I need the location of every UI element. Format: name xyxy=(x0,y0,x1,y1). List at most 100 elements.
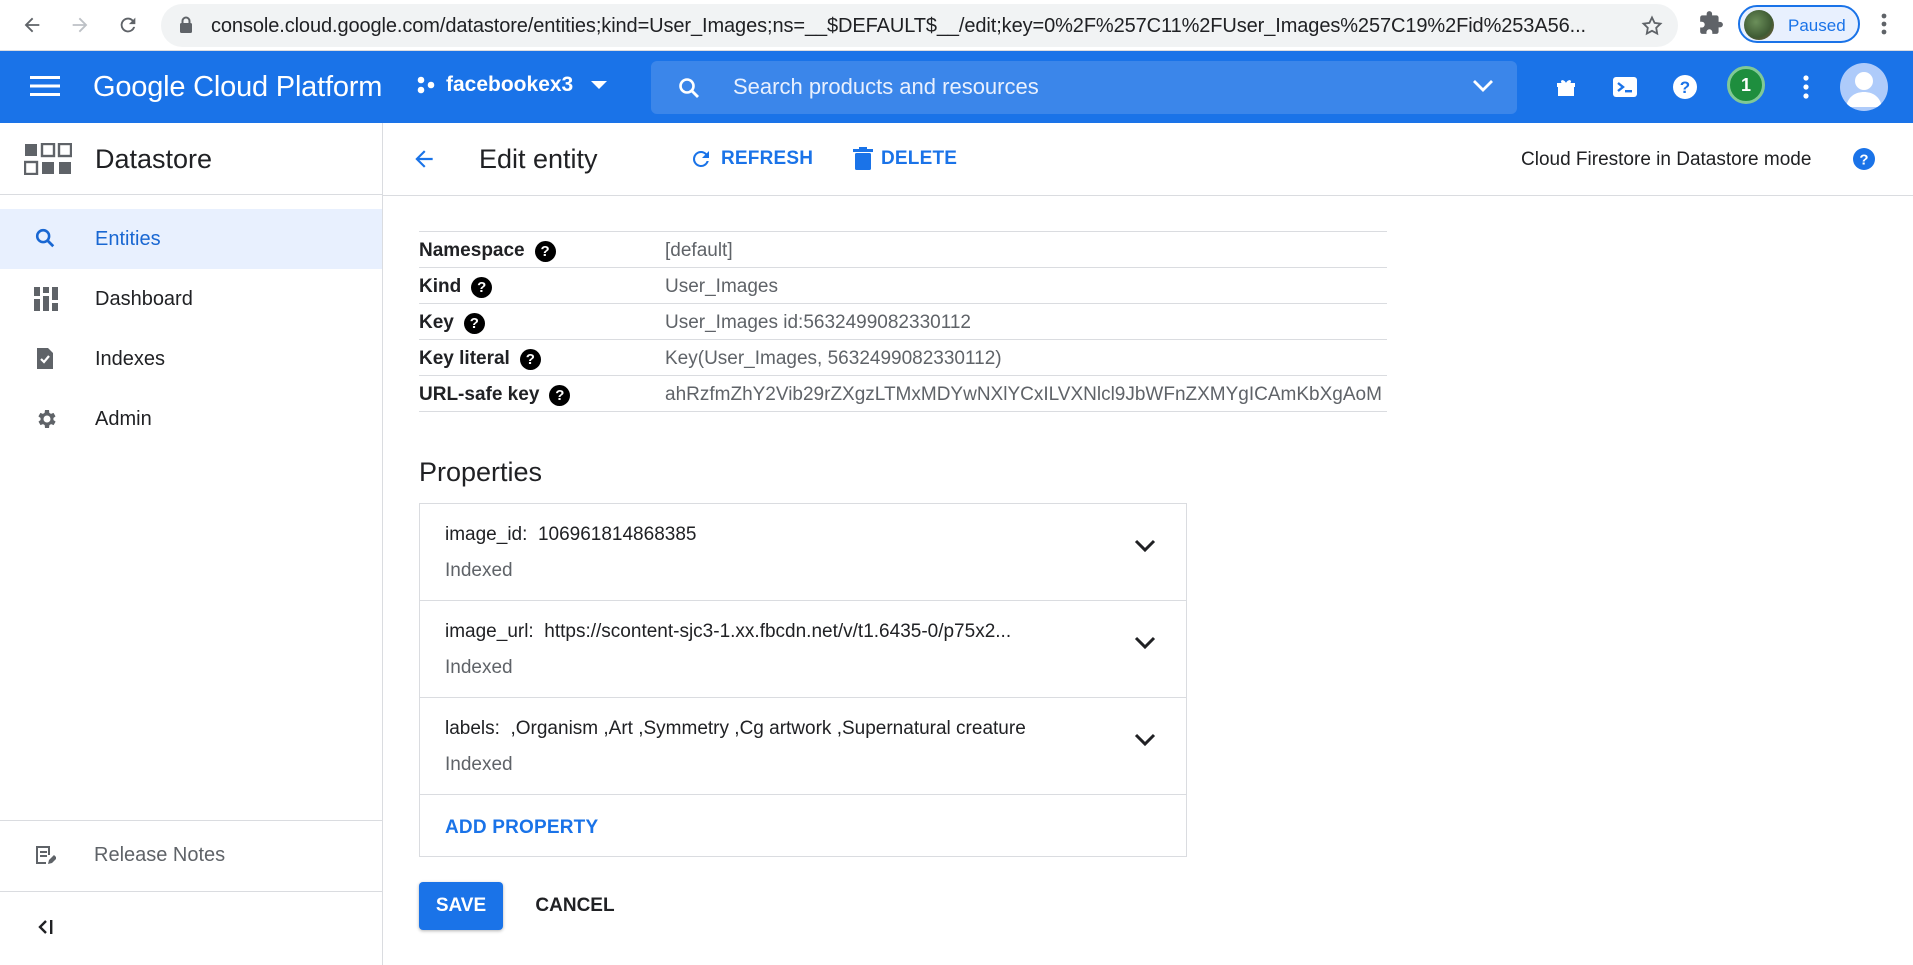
help-icon[interactable]: ? xyxy=(534,240,556,262)
indexes-icon xyxy=(37,348,53,369)
collapse-sidebar-icon[interactable] xyxy=(36,918,56,936)
meta-key: Key literal xyxy=(419,348,510,369)
chevron-down-icon[interactable] xyxy=(1134,636,1156,650)
delete-button[interactable]: DELETE xyxy=(853,147,957,171)
address-bar[interactable]: console.cloud.google.com/datastore/entit… xyxy=(161,4,1678,47)
page-header: Edit entity REFRESH DELETE Cloud Firesto… xyxy=(383,123,1913,196)
sidebar-item-entities[interactable]: Entities xyxy=(0,209,382,269)
cancel-button[interactable]: CANCEL xyxy=(525,882,625,930)
release-notes-link[interactable]: Release Notes xyxy=(0,823,382,887)
person-icon xyxy=(1846,72,1882,107)
profile-status: Paused xyxy=(1788,16,1846,35)
sidebar-header: Datastore xyxy=(0,123,382,195)
meta-row-kind: Kind? User_Images xyxy=(419,268,1387,304)
lock-icon xyxy=(180,16,192,33)
browser-forward-button[interactable] xyxy=(60,5,100,45)
console-top-bar: Google Cloud Platform facebookex3 ? 1 xyxy=(0,51,1913,123)
property-row[interactable]: image_url: https://scontent-sjc3-1.xx.fb… xyxy=(420,601,1186,698)
profile-avatar xyxy=(1744,10,1774,40)
help-icon[interactable]: ? xyxy=(519,348,541,370)
property-index-status: Indexed xyxy=(445,657,513,678)
meta-value: ahRzfmZhY2Vib29rZXgzLTMxMDYwNXlYCxILVXNl… xyxy=(665,384,1382,405)
help-circle-icon: ? xyxy=(1673,75,1697,99)
search-input[interactable] xyxy=(733,71,1413,103)
sidebar-item-label: Dashboard xyxy=(95,288,193,310)
url-text[interactable]: console.cloud.google.com/datastore/entit… xyxy=(211,15,1611,38)
svg-text:?: ? xyxy=(1859,152,1868,169)
arrow-left-icon xyxy=(24,17,40,33)
product-title: Datastore xyxy=(95,144,213,174)
sidebar-divider xyxy=(0,891,382,892)
more-options-button[interactable] xyxy=(1790,71,1822,103)
refresh-button[interactable]: REFRESH xyxy=(689,147,813,171)
help-button[interactable]: ? xyxy=(1669,71,1701,103)
meta-key: Namespace xyxy=(419,240,525,261)
add-property-button[interactable]: ADD PROPERTY xyxy=(445,817,598,839)
more-vert-icon xyxy=(1803,75,1809,99)
save-button[interactable]: SAVE xyxy=(419,882,503,930)
project-dots-icon xyxy=(417,76,435,94)
terminal-icon xyxy=(1613,77,1637,97)
hamburger-menu-icon[interactable] xyxy=(30,75,60,97)
arrow-right-icon xyxy=(72,17,88,33)
property-row[interactable]: labels: ,Organism ,Art ,Symmetry ,Cg art… xyxy=(420,698,1186,795)
meta-value: User_Images xyxy=(665,276,778,297)
browser-back-button[interactable] xyxy=(12,5,52,45)
project-selector[interactable]: facebookex3 xyxy=(416,73,609,97)
browser-menu-icon[interactable] xyxy=(1874,10,1894,38)
refresh-label: REFRESH xyxy=(721,148,814,169)
browser-reload-button[interactable] xyxy=(108,5,148,45)
gift-icon xyxy=(1557,80,1575,96)
gift-button[interactable] xyxy=(1550,71,1582,103)
meta-value: User_Images id:5632499082330112 xyxy=(665,312,971,333)
help-icon[interactable]: ? xyxy=(463,312,485,334)
sidebar-item-indexes[interactable]: Indexes xyxy=(0,329,382,389)
gear-icon xyxy=(38,410,56,428)
meta-value: Key(User_Images, 5632499082330112) xyxy=(665,348,1002,369)
bookmark-star-icon[interactable] xyxy=(1640,14,1664,38)
delete-label: DELETE xyxy=(881,148,958,169)
browser-toolbar: console.cloud.google.com/datastore/entit… xyxy=(0,0,1913,51)
brand-title[interactable]: Google Cloud Platform xyxy=(93,71,382,104)
meta-key: URL-safe key xyxy=(419,384,540,405)
chevron-down-icon xyxy=(591,81,608,89)
chevron-down-icon[interactable] xyxy=(1471,78,1495,94)
sidebar-item-admin[interactable]: Admin xyxy=(0,389,382,449)
project-name: facebookex3 xyxy=(446,73,574,96)
sidebar-item-label: Admin xyxy=(95,408,152,430)
meta-key: Kind xyxy=(419,276,462,297)
sidebar-divider xyxy=(0,820,382,821)
help-icon[interactable]: ? xyxy=(549,384,571,406)
account-avatar[interactable] xyxy=(1840,63,1888,111)
notifications-badge[interactable]: 1 xyxy=(1727,66,1765,104)
sidebar: Datastore Entities Dashboard Indexes Adm… xyxy=(0,123,383,965)
profile-chip[interactable]: Paused xyxy=(1738,5,1860,43)
entity-metadata-table: Namespace? [default] Kind? User_Images K… xyxy=(419,231,1387,412)
property-value: https://scontent-sjc3-1.xx.fbcdn.net/v/t… xyxy=(544,621,1012,642)
search-bar[interactable] xyxy=(651,61,1517,114)
help-circle-icon[interactable]: ? xyxy=(1851,146,1877,172)
release-notes-icon xyxy=(36,846,56,864)
help-icon[interactable]: ? xyxy=(471,276,493,298)
extensions-puzzle-icon[interactable] xyxy=(1698,10,1724,36)
dashboard-icon xyxy=(34,287,58,311)
property-index-status: Indexed xyxy=(445,560,513,581)
meta-row-url-safe-key: URL-safe key? ahRzfmZhY2Vib29rZXgzLTMxMD… xyxy=(419,376,1387,412)
meta-key: Key xyxy=(419,312,454,333)
chevron-down-icon[interactable] xyxy=(1134,539,1156,553)
property-index-status: Indexed xyxy=(445,754,513,775)
page-title: Edit entity xyxy=(479,144,598,174)
cloud-shell-button[interactable] xyxy=(1609,71,1641,103)
property-name: image_id: xyxy=(445,524,528,545)
sidebar-item-label: Entities xyxy=(95,228,161,250)
sidebar-item-dashboard[interactable]: Dashboard xyxy=(0,269,382,329)
property-name: labels: xyxy=(445,718,500,739)
back-arrow-icon[interactable] xyxy=(411,146,437,172)
property-row[interactable]: image_id: 106961814868385 Indexed xyxy=(420,504,1186,601)
property-name: image_url: xyxy=(445,621,534,642)
chevron-down-icon[interactable] xyxy=(1134,733,1156,747)
datastore-product-icon xyxy=(24,143,72,175)
reload-icon xyxy=(120,17,136,33)
sidebar-item-label: Indexes xyxy=(95,348,166,370)
meta-value: [default] xyxy=(665,240,733,261)
